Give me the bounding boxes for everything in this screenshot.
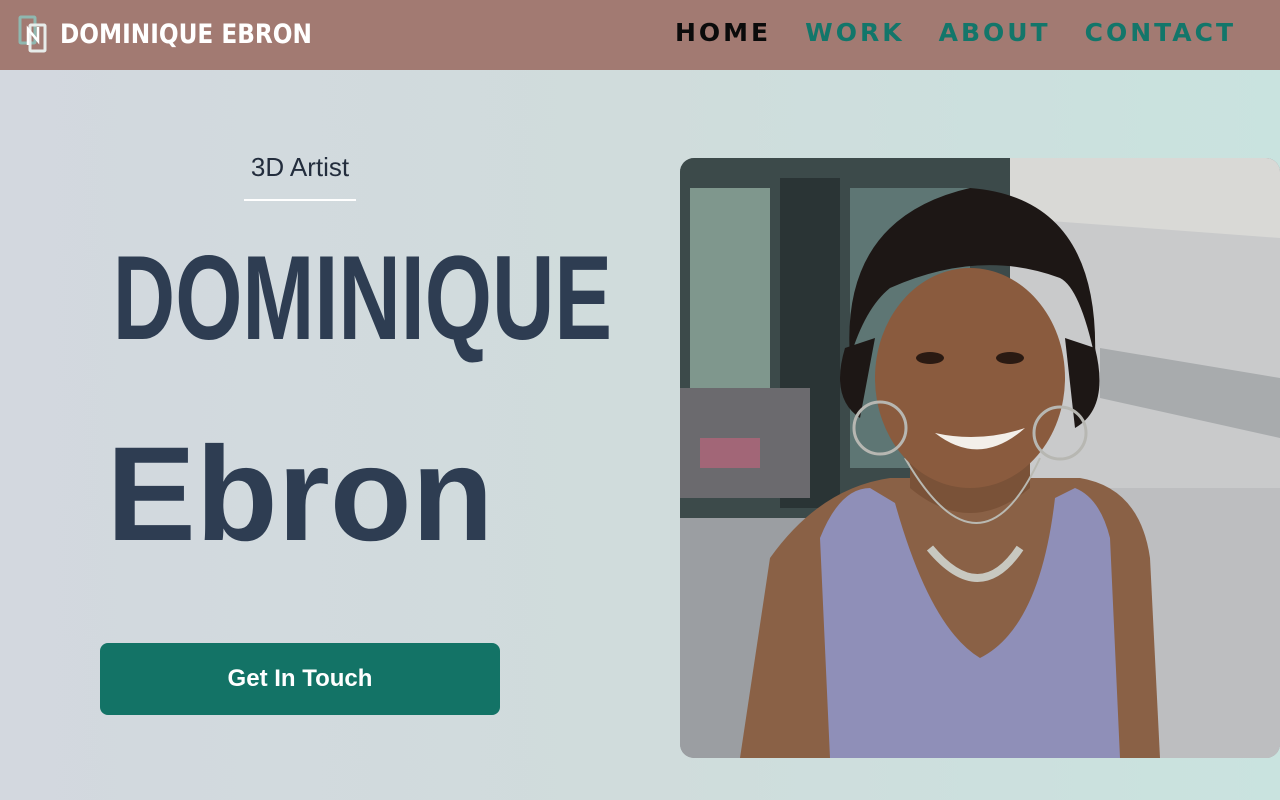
hero-first-name: DOMINIQUE: [112, 231, 613, 365]
nav-work-link[interactable]: WORK: [805, 18, 904, 47]
portrait-photo-illustration: [680, 158, 1280, 758]
nav-about-link[interactable]: ABOUT: [939, 18, 1051, 47]
top-navbar: DOMINIQUE EBRON HOME WORK ABOUT CONTACT: [0, 0, 1280, 70]
monogram-logo-icon: [18, 15, 47, 53]
hero-subtitle: 3D Artist: [250, 152, 350, 182]
main-nav: HOME WORK ABOUT CONTACT: [675, 18, 1236, 47]
nav-contact-link[interactable]: CONTACT: [1085, 18, 1236, 47]
subtitle-underline: [244, 199, 356, 201]
nav-home-link[interactable]: HOME: [675, 18, 771, 47]
get-in-touch-button[interactable]: Get In Touch: [100, 643, 500, 715]
brand-home-link[interactable]: DOMINIQUE EBRON: [18, 15, 353, 53]
hero-last-name: Ebron: [106, 420, 494, 569]
portrait-photo: [680, 158, 1280, 758]
brand-name: DOMINIQUE EBRON: [60, 18, 312, 50]
